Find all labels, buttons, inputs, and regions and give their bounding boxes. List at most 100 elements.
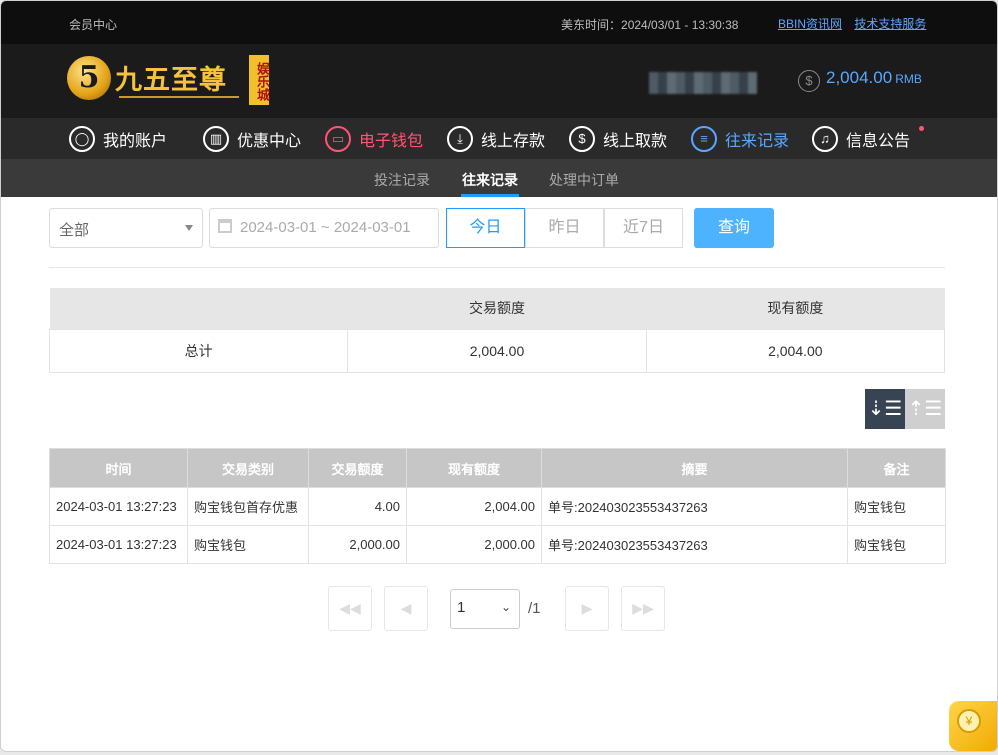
calendar-icon [218,219,232,233]
date-range-input[interactable]: 2024-03-01 ~ 2024-03-01 [209,208,439,248]
quick-today-button[interactable]: 今日 [446,208,525,248]
logo-text: 九五至尊 [115,65,227,96]
nav-label: 我的账户 [103,133,168,150]
eastern-time: 美东时间：2024/03/01 - 13:30:38 [561,16,738,33]
top-bar: 会员中心 美东时间：2024/03/01 - 13:30:38 BBIN资讯网 … [1,1,997,44]
column-header[interactable]: 交易类别 [187,448,309,488]
summary-header-cell: 交易额度 [347,288,647,329]
balance-amount: 2,004.00 [826,68,893,87]
quick-7days-button[interactable]: 近7日 [604,208,683,248]
cell-balance: 2,000.00 [406,525,542,564]
main-nav: ◯ 我的账户 ▥ 优惠中心 ▭ 电子钱包 ⤓ 线上存款 $ 线上取款 ≡ 往来记… [1,118,997,159]
nav-my-account[interactable]: ◯ 我的账户 [69,124,167,154]
deposit-icon: ⤓ [447,126,473,152]
cell-amount: 2,000.00 [308,525,407,564]
tab-bet-records[interactable]: 投注记录 [374,170,430,190]
floating-promo-widget[interactable]: ¥ [949,701,997,751]
tech-support-link[interactable]: 技术支持服务 [854,17,926,31]
page-select[interactable]: 1 ⌄ [450,589,520,629]
query-button[interactable]: 查询 [694,208,774,248]
page-select-value: 1 [457,599,466,616]
cell-balance: 2,004.00 [406,487,542,526]
summary-cell: 2,004.00 [645,328,946,373]
last-page-icon[interactable]: ▶▶ [621,586,665,631]
column-header[interactable]: 备注 [847,448,946,488]
cell-remark: 购宝钱包 [847,487,946,526]
gift-icon: ▥ [203,126,229,152]
summary-cell: 2,004.00 [347,328,647,373]
logo-badge: 娱乐城 [249,55,269,105]
cell-type: 购宝钱包首存优惠 [187,487,309,526]
withdraw-icon: $ [569,126,595,152]
cell-time: 2024-03-01 13:27:23 [49,487,188,526]
nav-announcements[interactable]: ♫ 信息公告 [812,124,910,154]
next-page-icon[interactable]: ▶ [565,586,609,631]
bbin-news-link[interactable]: BBIN资讯网 [778,17,842,31]
logo-ornament [119,96,239,98]
cell-type: 购宝钱包 [187,525,309,564]
sub-nav: 投注记录 往来记录 处理中订单 [1,159,997,197]
site-logo[interactable]: 5 九五至尊 娱乐城 [67,54,271,110]
cell-summary: 单号:202403023553437263 [541,487,848,526]
bell-icon: ♫ [812,126,838,152]
transactions-table: 时间 交易类别 交易额度 现有额度 摘要 备注 2024-03-01 13:27… [49,448,946,564]
nav-label: 线上取款 [603,133,668,150]
sort-ascending-icon[interactable]: ⇡☰ [905,389,945,429]
app-window: 会员中心 美东时间：2024/03/01 - 13:30:38 BBIN资讯网 … [0,0,998,752]
user-icon: ◯ [69,126,95,152]
chevron-down-icon: ⌄ [500,600,511,614]
dollar-coin-icon: $ [798,70,820,92]
record-icon: ≡ [691,126,717,152]
balance-unit: RMB [895,72,922,86]
column-header[interactable]: 现有额度 [406,448,542,488]
nav-label: 往来记录 [725,133,790,150]
date-range-value: 2024-03-01 ~ 2024-03-01 [240,219,411,236]
table-row: 2024-03-01 13:27:23 购宝钱包 2,000.00 2,000.… [49,525,946,564]
coin-icon: ¥ [957,709,981,733]
top-links: BBIN资讯网 技术支持服务 [778,15,935,32]
column-header[interactable]: 摘要 [541,448,848,488]
quick-yesterday-button[interactable]: 昨日 [525,208,604,248]
type-select[interactable]: 全部 [49,208,203,248]
nav-label: 优惠中心 [237,133,302,150]
time-value: 2024/03/01 - 13:30:38 [621,18,739,32]
sort-descending-icon[interactable]: ⇣☰ [865,389,905,429]
cell-summary: 单号:202403023553437263 [541,525,848,564]
tab-transaction-records[interactable]: 往来记录 [462,170,518,190]
type-select-value: 全部 [59,222,90,239]
header: 5 九五至尊 娱乐城 $2,004.00 RMB [1,44,997,118]
nav-label: 线上存款 [481,133,546,150]
summary-header-cell: 现有额度 [646,288,945,329]
nav-e-wallet[interactable]: ▭ 电子钱包 [325,124,423,154]
active-tab-indicator [461,194,519,197]
time-label: 美东时间： [561,18,622,32]
nav-promotions[interactable]: ▥ 优惠中心 [203,124,301,154]
caret-down-icon [185,225,193,231]
cell-remark: 购宝钱包 [847,525,946,564]
blurred-username [649,72,757,94]
notification-dot [919,126,924,131]
tab-pending-orders[interactable]: 处理中订单 [549,170,619,190]
first-page-icon[interactable]: ◀◀ [328,586,372,631]
summary-header-cell [49,288,348,329]
member-center-link[interactable]: 会员中心 [69,16,117,33]
summary-total-row: 总计 2,004.00 2,004.00 [48,328,946,373]
nav-online-withdraw[interactable]: $ 线上取款 [569,124,667,154]
prev-page-icon[interactable]: ◀ [384,586,428,631]
summary-header-row: 交易额度 现有额度 [49,288,945,329]
column-header[interactable]: 时间 [49,448,188,488]
page-total: /1 [528,600,541,617]
divider [49,267,945,268]
summary-cell: 总计 [48,328,349,373]
wallet-icon: ▭ [325,126,351,152]
logo-emblem: 5 [67,56,111,100]
cell-amount: 4.00 [308,487,407,526]
nav-label: 信息公告 [846,133,911,150]
balance-display: $2,004.00 RMB [798,68,922,92]
transactions-header-row: 时间 交易类别 交易额度 现有额度 摘要 备注 [49,448,946,488]
nav-online-deposit[interactable]: ⤓ 线上存款 [447,124,545,154]
sort-toggle: ⇣☰ ⇡☰ [865,389,945,429]
table-row: 2024-03-01 13:27:23 购宝钱包首存优惠 4.00 2,004.… [49,487,946,526]
column-header[interactable]: 交易额度 [308,448,407,488]
nav-transaction-records[interactable]: ≡ 往来记录 [691,124,789,154]
